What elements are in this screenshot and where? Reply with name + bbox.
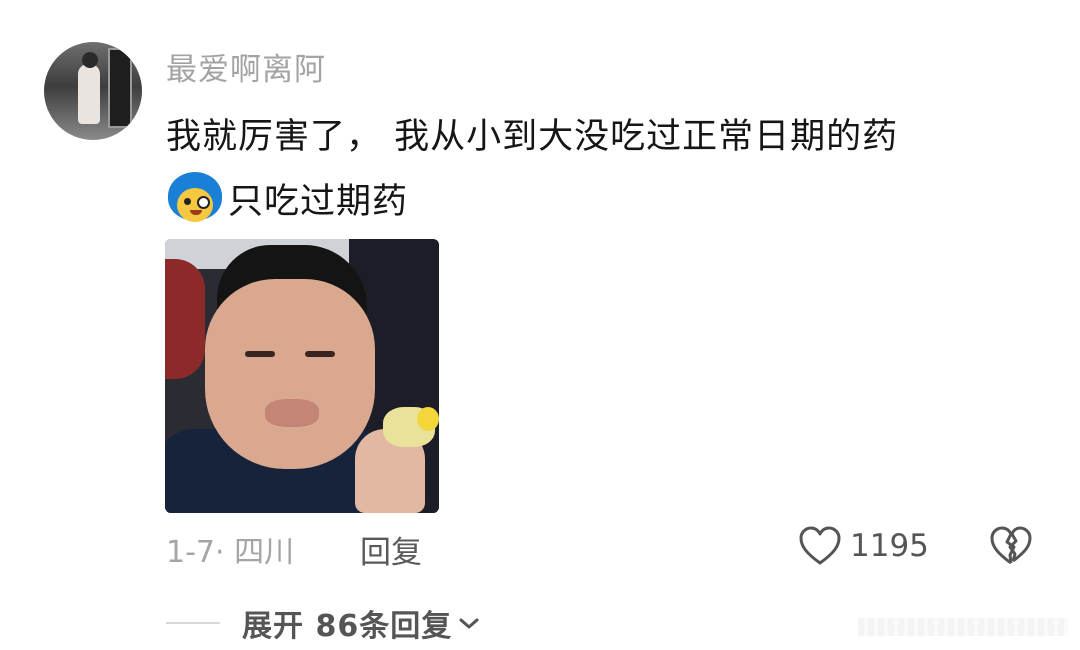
username[interactable]: 最爱啊离阿 — [166, 44, 326, 89]
date-location: 1-7· 四川 — [166, 535, 295, 570]
expand-replies-label: 展开 86条回复 — [242, 609, 453, 644]
comment-text-line-2: 只吃过期药 — [168, 172, 408, 224]
comment-text-line-1: 我就厉害了， 我从小到大没吃过正常日期的药 — [166, 117, 899, 157]
reply-button[interactable]: 回复 — [360, 527, 422, 572]
heart-outline-icon — [799, 526, 841, 565]
expand-replies[interactable]: 展开 86条回复 — [166, 601, 482, 645]
comment-image[interactable] — [165, 239, 439, 513]
like-button[interactable]: 1195 — [798, 525, 929, 567]
chevron-down-icon — [459, 618, 479, 629]
comment-text-tail: 只吃过期药 — [228, 181, 409, 222]
watermark — [858, 618, 1068, 636]
cartoon-face-emoji-icon — [168, 172, 222, 224]
avatar[interactable] — [44, 42, 142, 140]
dislike-button[interactable] — [989, 525, 1033, 571]
like-count: 1195 — [850, 528, 929, 564]
divider — [166, 622, 220, 624]
comment-item: 最爱啊离阿 我就厉害了， 我从小到大没吃过正常日期的药 只吃过期药 1-7· 四… — [0, 0, 1080, 650]
broken-heart-icon — [990, 526, 1032, 565]
